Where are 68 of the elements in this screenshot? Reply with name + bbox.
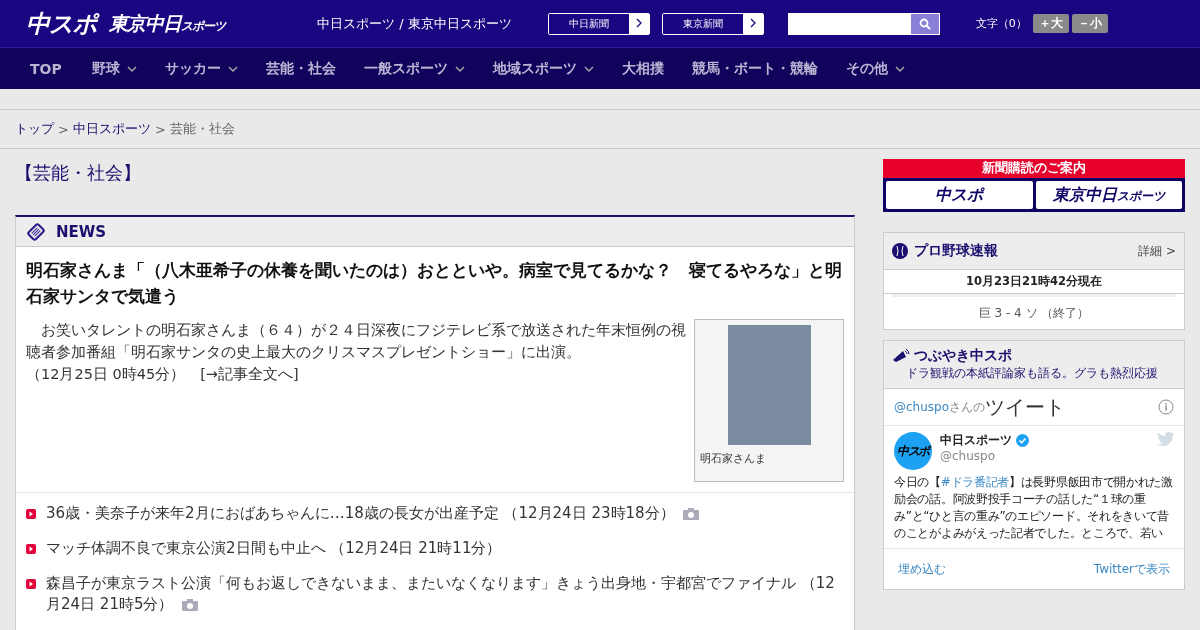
bullet-icon xyxy=(26,579,36,589)
news-link[interactable]: 36歳・美奈子が来年2月におばあちゃんに…18歳の長女が出産予定 （12月24日 23時18分） xyxy=(46,503,699,524)
breadcrumb-separator: > xyxy=(154,121,166,137)
bullet-icon xyxy=(26,509,36,519)
camera-icon xyxy=(181,598,198,611)
camera-icon xyxy=(682,507,699,520)
tweets-title: つぶやき中スポ xyxy=(914,347,1012,365)
news-heading: NEWS xyxy=(56,222,107,241)
tweets-subtitle: ドラ観戦の本紙評論家も語る。グラも熱烈応援 xyxy=(905,365,1159,382)
site-name: 中日スポーツ / 東京中日スポーツ xyxy=(317,14,512,33)
account-avatar[interactable]: 中スポ xyxy=(894,432,932,470)
hashtag-link[interactable]: #ドラ番記者 xyxy=(940,475,1010,489)
timeline-link[interactable]: Twitterで表示 xyxy=(1093,560,1170,578)
nav-item[interactable]: 大相撲 xyxy=(607,59,678,78)
timeline-title: ツイート xyxy=(985,393,1067,421)
update-time: 10月23日21時42分現在 xyxy=(884,270,1184,294)
search-icon xyxy=(918,17,931,30)
game-score[interactable]: 巨 3 - 4 ソ （終了） xyxy=(892,294,1176,329)
news-link[interactable]: 森昌子が東京ラスト公演「何もお返しできないまま、またいなくなります」きょう出身地・宇都宮でファイナル （12月24日 21時5分） xyxy=(46,573,844,615)
subscription-title: 新聞購読のご案内 xyxy=(982,160,1086,177)
breadcrumb-item[interactable]: 中日スポーツ xyxy=(72,120,151,138)
subscription-banner[interactable]: 新聞購読のご案内 中スポ 東京中日スポーツ xyxy=(883,159,1185,212)
breadcrumb-item[interactable]: 芸能・社会 xyxy=(169,120,235,138)
search-field[interactable] xyxy=(787,12,940,35)
chevron-down-icon xyxy=(583,65,594,72)
newspaper-icon xyxy=(26,221,46,242)
breadcrumb-separator: > xyxy=(58,121,69,137)
nav-item[interactable]: 野球 xyxy=(77,59,151,78)
timeline-link[interactable]: 埋め込む xyxy=(898,560,946,578)
nav-item[interactable]: 競馬・ボート・競輪 xyxy=(677,59,832,78)
newspaper-link[interactable]: 東京新聞 xyxy=(661,12,764,35)
account-name: 中日スポーツ xyxy=(940,432,1012,449)
megaphone-icon xyxy=(892,348,910,364)
breadcrumb-item[interactable]: トップ xyxy=(15,120,54,138)
chevron-icon xyxy=(749,17,756,28)
chevron-down-icon xyxy=(227,65,238,72)
bird-icon xyxy=(1157,432,1174,446)
headline-link[interactable]: 明石家さんま「（八木亜希子の休養を聞いたのは）おとといや。病室で見てるかな？ 寝てるやろな」と明石家サンタで気遣う xyxy=(26,257,844,309)
read-more-link[interactable]: [→記事全文へ] xyxy=(200,366,299,382)
nav-item[interactable]: その他 xyxy=(831,59,919,78)
article-summary: お笑いタレントの明石家さんま（６４）が２４日深夜にフジテレビ系で放送された年末恒例の視聴者参加番組「明石家サンタの史上最大のクリスマスプレゼントショー」に出演。 （12月25日 0時45分） [→記事全文へ] xyxy=(26,321,686,384)
chevron-down-icon xyxy=(126,65,137,72)
newspaper-logo[interactable]: 中スポ xyxy=(886,181,1033,209)
baseball-title: プロ野球速報 xyxy=(914,242,999,260)
chevron-icon xyxy=(635,17,642,28)
tweet-text: 今日の【#ドラ番記者】は長野県飯田市で開かれた激励会の話。阿波野投手コーチの話した“１球の重み”と“ひと言の重み”のエピソード。それをきいて昔のことがよみがえった記者でした。ところで、若い xyxy=(894,474,1174,542)
search-button[interactable] xyxy=(910,13,939,34)
baseball-icon xyxy=(892,243,908,259)
nav-item[interactable]: 芸能・社会 xyxy=(251,59,350,78)
section-title: 【芸能・社会】 xyxy=(15,161,142,185)
nav-item[interactable]: TOP xyxy=(14,60,78,77)
chevron-down-icon xyxy=(894,65,905,72)
photo-caption: 明石家さんま xyxy=(700,451,767,466)
site-logo-secondary[interactable]: 東京中日スポーツ xyxy=(109,10,225,37)
newspaper-logo[interactable]: 東京中日スポーツ xyxy=(1035,181,1182,209)
nav-item[interactable]: サッカー xyxy=(150,59,252,78)
chevron-down-icon xyxy=(454,65,465,72)
info-icon[interactable] xyxy=(1158,399,1174,415)
nav-item[interactable]: 一般スポーツ xyxy=(349,59,479,78)
account-handle: @chuspo xyxy=(940,449,997,463)
news-link[interactable]: マッチ体調不良で東京公演2日間も中止へ （12月24日 21時11分） xyxy=(46,538,502,559)
newspaper-link[interactable]: 中日新聞 xyxy=(547,12,650,35)
account-link[interactable]: @chuspo xyxy=(894,400,950,414)
bullet-icon xyxy=(26,544,36,554)
handle-suffix: さんの xyxy=(949,398,986,414)
nav-item[interactable]: 地域スポーツ xyxy=(478,59,608,78)
font-size-label: 文字（0） xyxy=(975,16,1027,31)
detail-link[interactable]: 詳細 > xyxy=(1138,242,1176,260)
